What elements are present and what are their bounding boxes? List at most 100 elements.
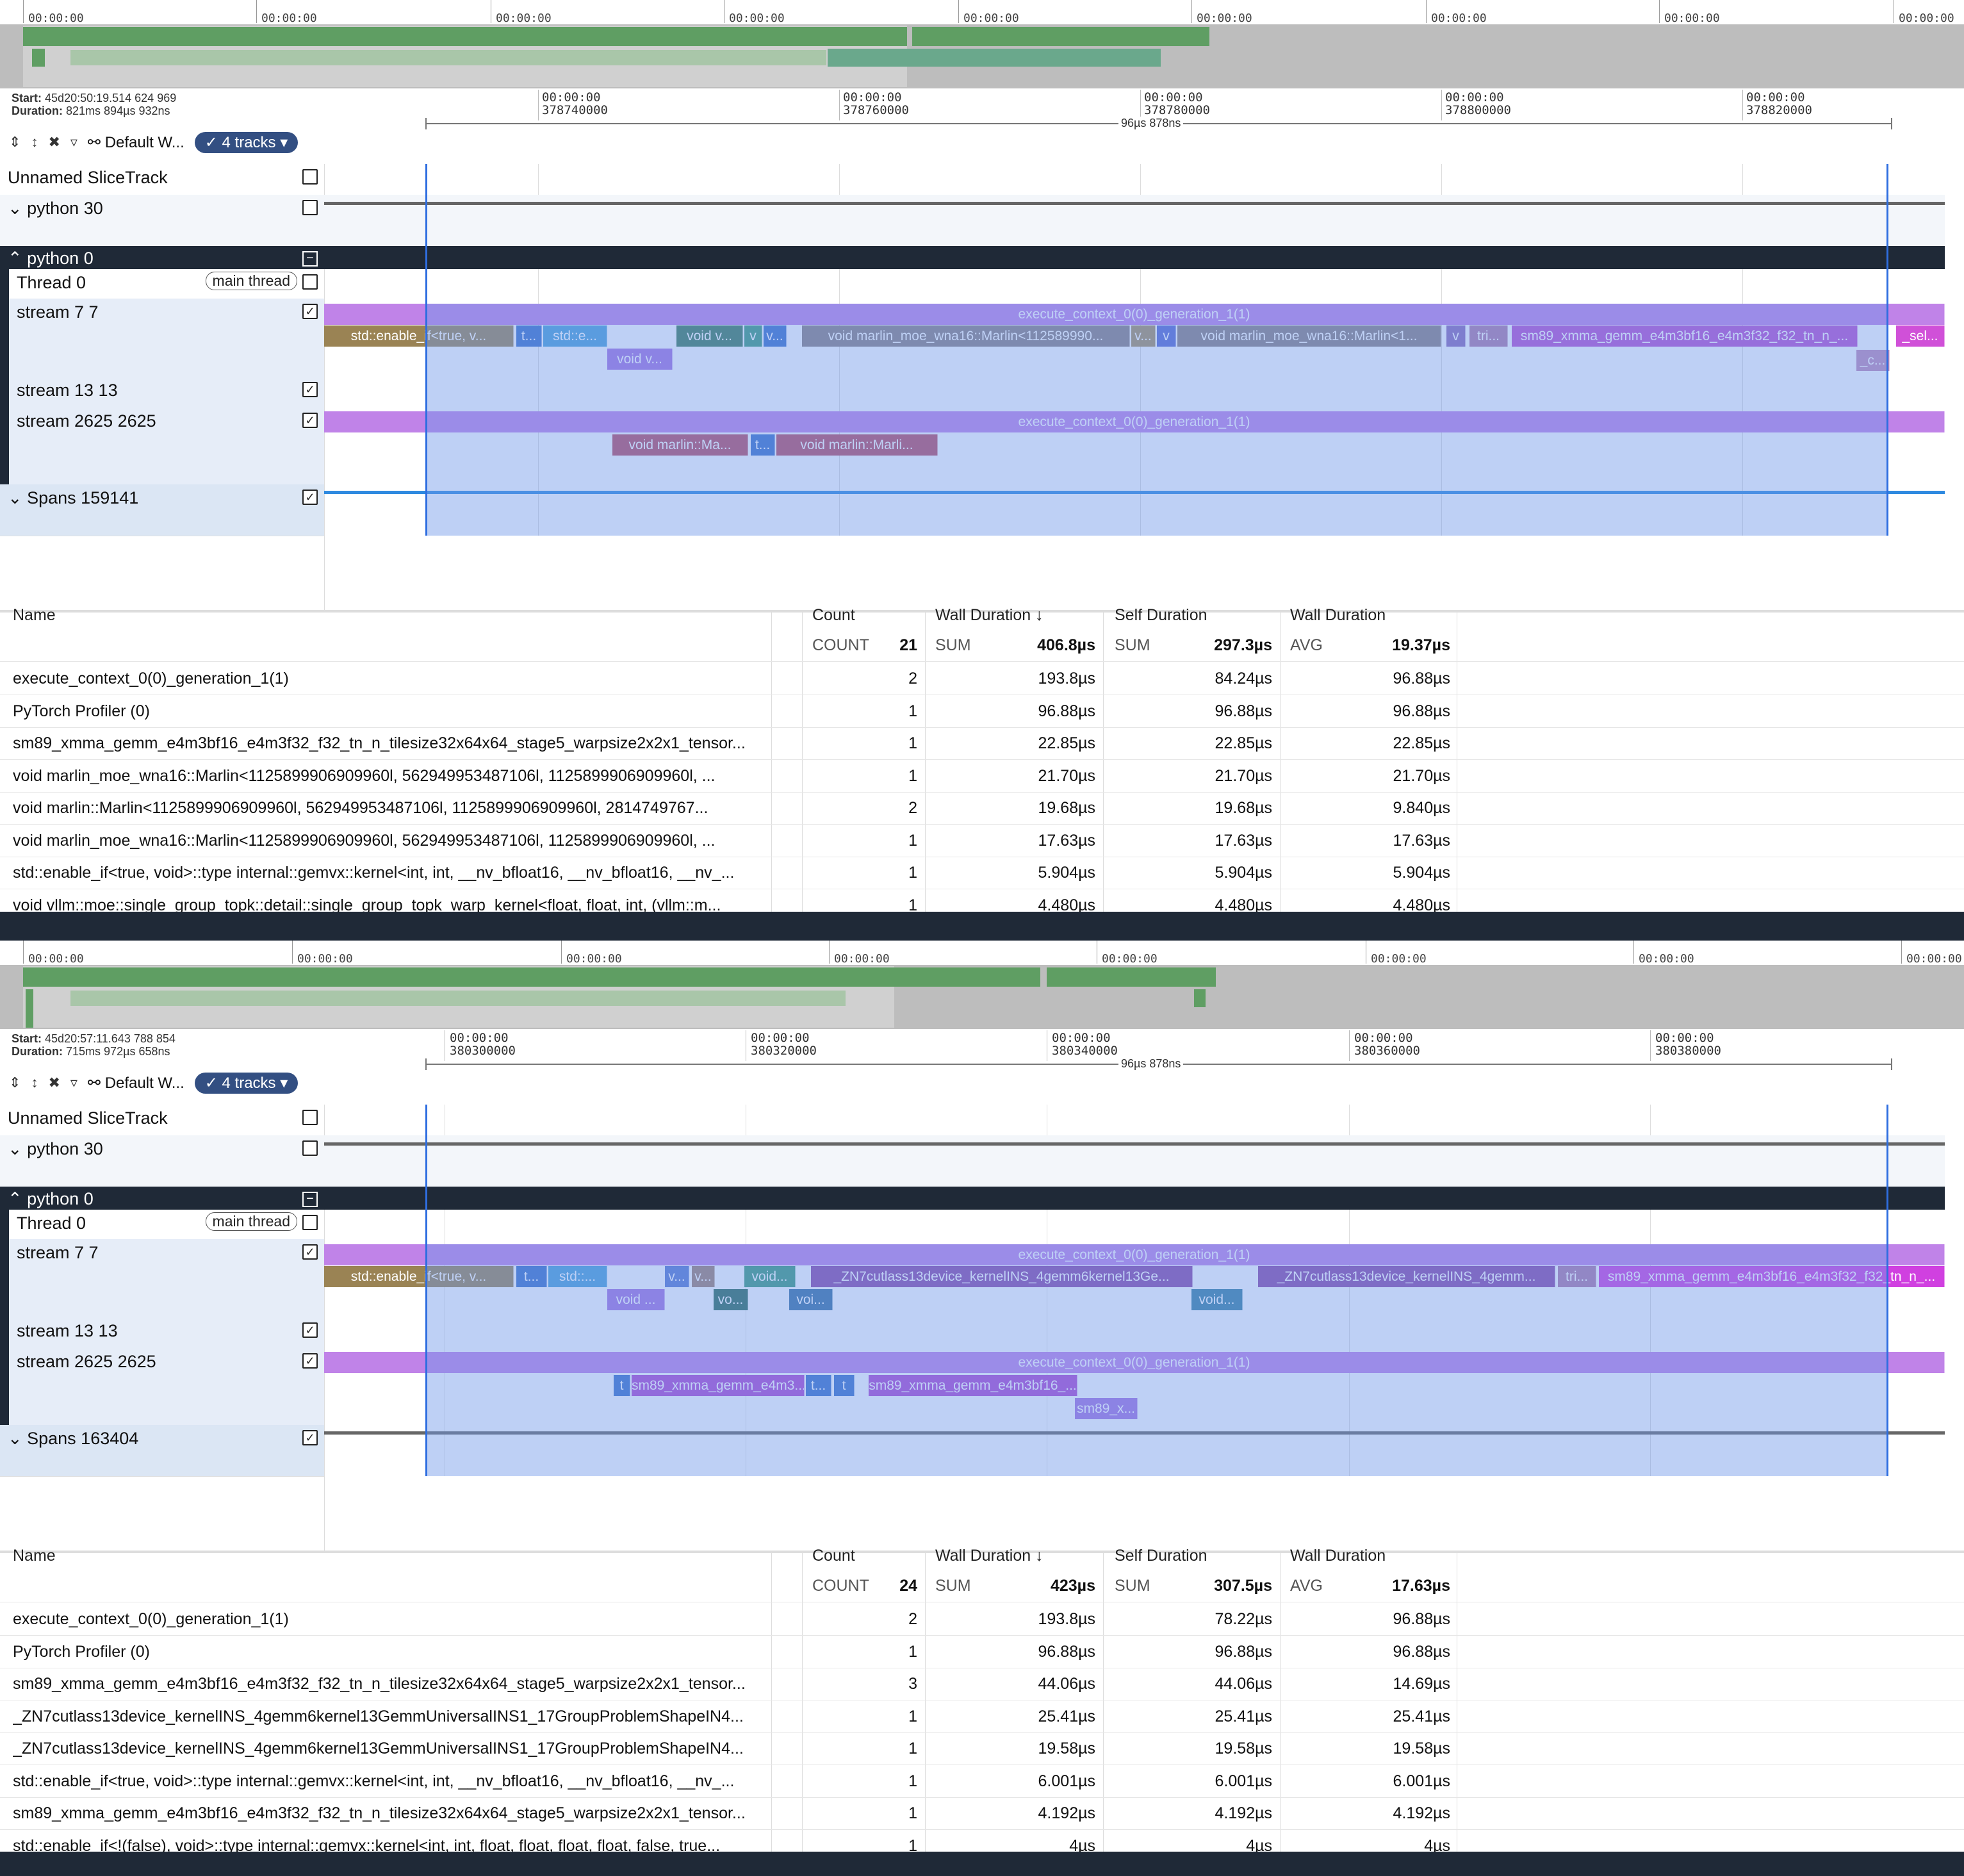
group-python-0[interactable]: ⌃ python 0 − [0,1187,324,1210]
table-row[interactable]: _ZN7cutlass13device_kernelINS_4gemm6kern… [0,1732,1964,1765]
selection-start-line[interactable] [425,1105,427,1476]
selection-end-line[interactable] [1886,1105,1888,1476]
tracks-filter-pill[interactable]: ✓ 4 tracks ▾ [194,131,299,153]
column-header-name[interactable]: Name [13,1547,56,1565]
overview-time-label: 00:00:00 [834,952,890,966]
sort-desc-icon: ↓ [1035,1547,1043,1565]
cell-avg-duration: 6.001µs [1393,1772,1450,1790]
table-row[interactable]: _ZN7cutlass13device_kernelINS_4gemm6kern… [0,1700,1964,1733]
table-row[interactable]: std::enable_if<true, void>::type interna… [0,1765,1964,1798]
track-stream-7[interactable]: stream 7 7 ✓ [9,299,324,377]
table-row[interactable]: void marlin_moe_wna16::Marlin<1125899906… [0,825,1964,857]
duration: Duration: 821ms 894µs 932ns [12,104,170,117]
pin-checkbox[interactable] [302,169,318,185]
column-header-wall-duration-avg[interactable]: Wall Duration [1290,1547,1386,1565]
track-stream-7[interactable]: stream 7 7 ✓ [9,1239,324,1318]
column-header-count[interactable]: Count [812,606,855,625]
collapse-all-icon[interactable]: ↕ [31,134,38,151]
column-header-name[interactable]: Name [13,606,56,625]
collapse-group-icon[interactable]: − [302,1192,318,1207]
track-stream-2625[interactable]: stream 2625 2625 ✓ [9,407,324,485]
column-header-wall-duration[interactable]: Wall Duration ↓ [935,606,1043,625]
overview-bar [1047,967,1216,987]
pin-checkbox[interactable]: ✓ [302,304,318,319]
pin-checkbox[interactable]: ✓ [302,1322,318,1338]
aggregation-table: Name Count Wall Duration ↓ Self Duration… [0,606,1964,912]
tracks-filter-pill[interactable]: ✓ 4 tracks ▾ [194,1072,299,1094]
selection-start-line[interactable] [425,164,427,536]
track-spans[interactable]: ⌄ Spans 163404 ✓ [0,1425,324,1477]
table-row[interactable]: sm89_xmma_gemm_e4m3bf16_e4m3f32_f32_tn_n… [0,727,1964,760]
track-thread-0[interactable]: Thread 0 main thread [9,1210,324,1240]
column-header-self-duration[interactable]: Self Duration [1115,606,1207,625]
table-row[interactable]: void marlin::Marlin<1125899906909960l, 5… [0,792,1964,825]
cell-name: execute_context_0(0)_generation_1(1) [13,1610,289,1628]
expand-all-icon[interactable]: ⇕ [9,1074,20,1091]
cell-self-duration: 44.06µs [1215,1675,1272,1693]
workspace-selector[interactable]: ⚯ Default W... [88,133,184,152]
slice[interactable]: _sel... [1896,325,1945,347]
selection-area[interactable] [425,304,1888,536]
pin-checkbox[interactable]: ✓ [302,1244,318,1260]
table-row[interactable]: void marlin_moe_wna16::Marlin<1125899906… [0,760,1964,793]
pin-checkbox[interactable]: ✓ [302,382,318,397]
column-header-count[interactable]: Count [812,1547,855,1565]
pin-checkbox[interactable]: ✓ [302,490,318,505]
pin-checkbox[interactable] [302,1110,318,1125]
workspace-icon: ⚯ [87,133,101,151]
pin-checkbox[interactable]: ✓ [302,1430,318,1445]
table-row[interactable]: void vllm::moe::single_group_topk::detai… [0,889,1964,912]
column-header-wall-duration-avg[interactable]: Wall Duration [1290,606,1386,625]
cell-name: void vllm::moe::single_group_topk::detai… [13,896,721,912]
filter-icon[interactable]: ▿ [70,1074,78,1091]
column-header-self-duration[interactable]: Self Duration [1115,1547,1207,1565]
cell-count: 1 [908,702,917,720]
group-python-0[interactable]: ⌃ python 0 − [0,246,324,269]
selection-end-line[interactable] [1886,164,1888,536]
track-spans[interactable]: ⌄ Spans 159141 ✓ [0,484,324,536]
cell-self-duration: 96.88µs [1215,702,1272,720]
overview-timeline[interactable]: 00:00:00 00:00:00 00:00:00 00:00:00 00:0… [0,0,1964,88]
track-stream-13[interactable]: stream 13 13 ✓ [9,1317,324,1349]
table-row[interactable]: PyTorch Profiler (0) 1 96.88µs 96.88µs 96.88… [0,695,1964,728]
expand-all-icon[interactable]: ⇕ [9,134,20,151]
pin-checkbox[interactable]: ✓ [302,413,318,428]
table-row[interactable]: std::enable_if<!(false), void>::type int… [0,1830,1964,1852]
table-row[interactable]: sm89_xmma_gemm_e4m3bf16_e4m3f32_f32_tn_n… [0,1668,1964,1700]
track-python-30[interactable]: ⌄ python 30 [0,195,324,247]
cell-count: 1 [908,1836,917,1852]
table-row[interactable]: execute_context_0(0)_generation_1(1) 2 193… [0,1603,1964,1636]
cell-count: 1 [908,1707,917,1725]
workspace-selector[interactable]: ⚯ Default W... [88,1074,184,1092]
pin-checkbox[interactable] [302,1140,318,1156]
table-row[interactable]: execute_context_0(0)_generation_1(1) 2 193… [0,662,1964,695]
table-row[interactable]: sm89_xmma_gemm_e4m3bf16_e4m3f32_f32_tn_n… [0,1797,1964,1830]
filter-icon[interactable]: ▿ [70,134,78,151]
track-label: stream 7 7 [17,302,99,322]
pin-checkbox[interactable] [302,1215,318,1230]
pin-checkbox[interactable] [302,274,318,290]
track-stream-2625[interactable]: stream 2625 2625 ✓ [9,1348,324,1426]
overview-time-label: 00:00:00 [963,12,1019,25]
selection-area[interactable] [425,1244,1888,1476]
cell-avg-duration: 96.88µs [1393,1642,1450,1661]
pin-checkbox[interactable] [302,200,318,215]
track-unnamed-slicetrack[interactable]: Unnamed SliceTrack [0,1105,324,1136]
collapse-group-icon[interactable]: − [302,251,318,267]
table-row[interactable]: PyTorch Profiler (0) 1 96.88µs 96.88µs 96.88… [0,1636,1964,1668]
column-header-wall-duration[interactable]: Wall Duration ↓ [935,1547,1043,1565]
cell-count: 1 [908,766,917,785]
cell-wall-duration: 193.8µs [1038,670,1095,687]
unpin-icon[interactable]: ✖ [48,1074,60,1091]
track-python-30[interactable]: ⌄ python 30 [0,1135,324,1187]
overview-time-label: 00:00:00 [729,12,785,25]
pin-checkbox[interactable]: ✓ [302,1353,318,1369]
collapse-all-icon[interactable]: ↕ [31,1074,38,1091]
track-unnamed-slicetrack[interactable]: Unnamed SliceTrack [0,164,324,195]
cell-avg-duration: 17.63µs [1393,831,1450,850]
table-row[interactable]: std::enable_if<true, void>::type interna… [0,857,1964,889]
overview-timeline[interactable]: 00:00:00 00:00:00 00:00:00 00:00:00 00:0… [0,941,1964,1029]
unpin-icon[interactable]: ✖ [48,134,60,151]
track-stream-13[interactable]: stream 13 13 ✓ [9,377,324,408]
track-thread-0[interactable]: Thread 0 main thread [9,269,324,299]
